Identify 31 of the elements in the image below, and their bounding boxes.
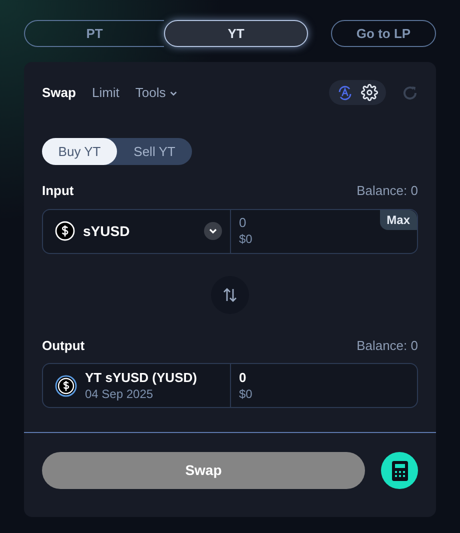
tools-dropdown[interactable]: Tools [135,82,178,102]
dollar-coin-icon [55,221,75,241]
chevron-down-icon [168,88,178,98]
token-toggle-tab[interactable]: YT [164,20,308,47]
token-name: sYUSD [83,222,131,240]
token-name: YT sYUSD (YUSD) [85,370,197,386]
balance-label: Balance: 0 [356,336,418,354]
token-toggle-tab[interactable]: PT [24,20,164,47]
calculator-icon [392,460,408,480]
dollar-coin-icon [55,374,77,396]
settings-icon[interactable] [361,84,378,101]
swap-arrows-icon [222,286,238,302]
maturity-date: 04 Sep 2025 [85,386,154,402]
auto-refresh-icon[interactable] [337,84,353,100]
max-button[interactable]: Max [380,210,417,230]
output-amount: 0 [239,370,248,386]
token-dropdown-button[interactable] [204,222,222,240]
output-label: Output [42,336,85,355]
usd-value: $0 [239,386,254,402]
input-label: Input [42,182,74,200]
flip-button[interactable] [211,276,249,314]
trade-side-tab[interactable]: Sell YT [117,138,192,165]
balance-label: Balance: 0 [356,182,418,200]
usd-value: $0 [239,230,254,248]
calculator-button[interactable] [381,452,418,489]
amount-input[interactable]: 0 [239,214,339,230]
tab[interactable]: Limit [92,82,120,102]
go-to-lp-button[interactable]: Go to LP [331,20,436,47]
trade-side-tab[interactable]: Buy YT [42,138,117,165]
tab[interactable]: Swap [42,82,76,102]
chevron-down-icon [208,226,218,236]
